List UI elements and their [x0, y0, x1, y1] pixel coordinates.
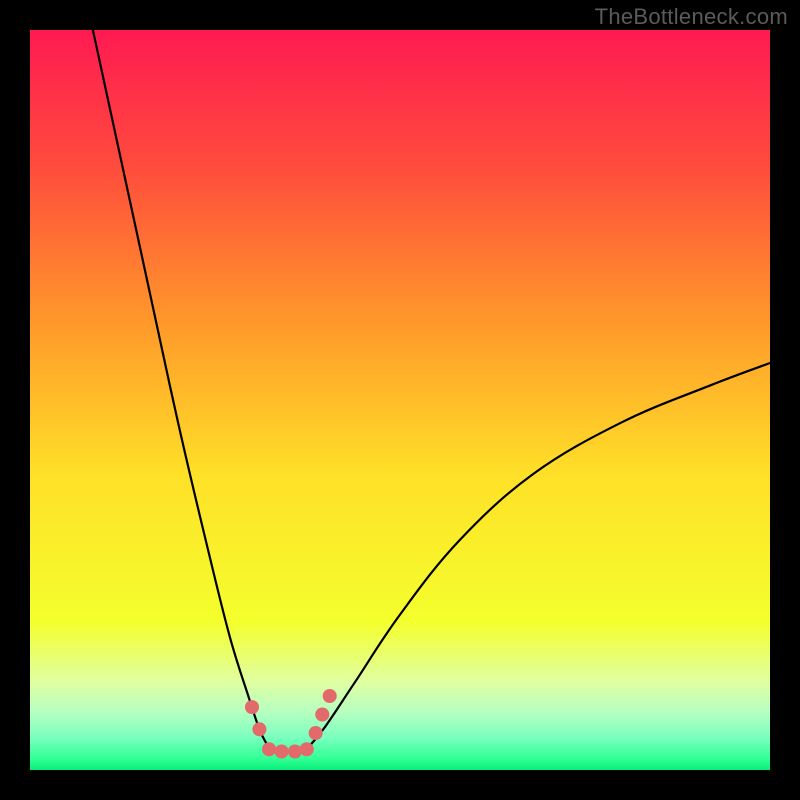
notch-marker: [245, 700, 259, 714]
notch-marker: [275, 744, 289, 758]
chart-frame: TheBottleneck.com: [0, 0, 800, 800]
notch-marker: [315, 707, 329, 721]
watermark-label: TheBottleneck.com: [595, 4, 788, 30]
notch-marker: [309, 726, 323, 740]
notch-marker: [300, 742, 314, 756]
chart-svg: [30, 30, 770, 770]
notch-marker: [288, 744, 302, 758]
chart-background: [30, 30, 770, 770]
notch-marker: [323, 689, 337, 703]
chart-plot-area: [30, 30, 770, 770]
notch-marker: [252, 722, 266, 736]
notch-marker: [262, 742, 276, 756]
